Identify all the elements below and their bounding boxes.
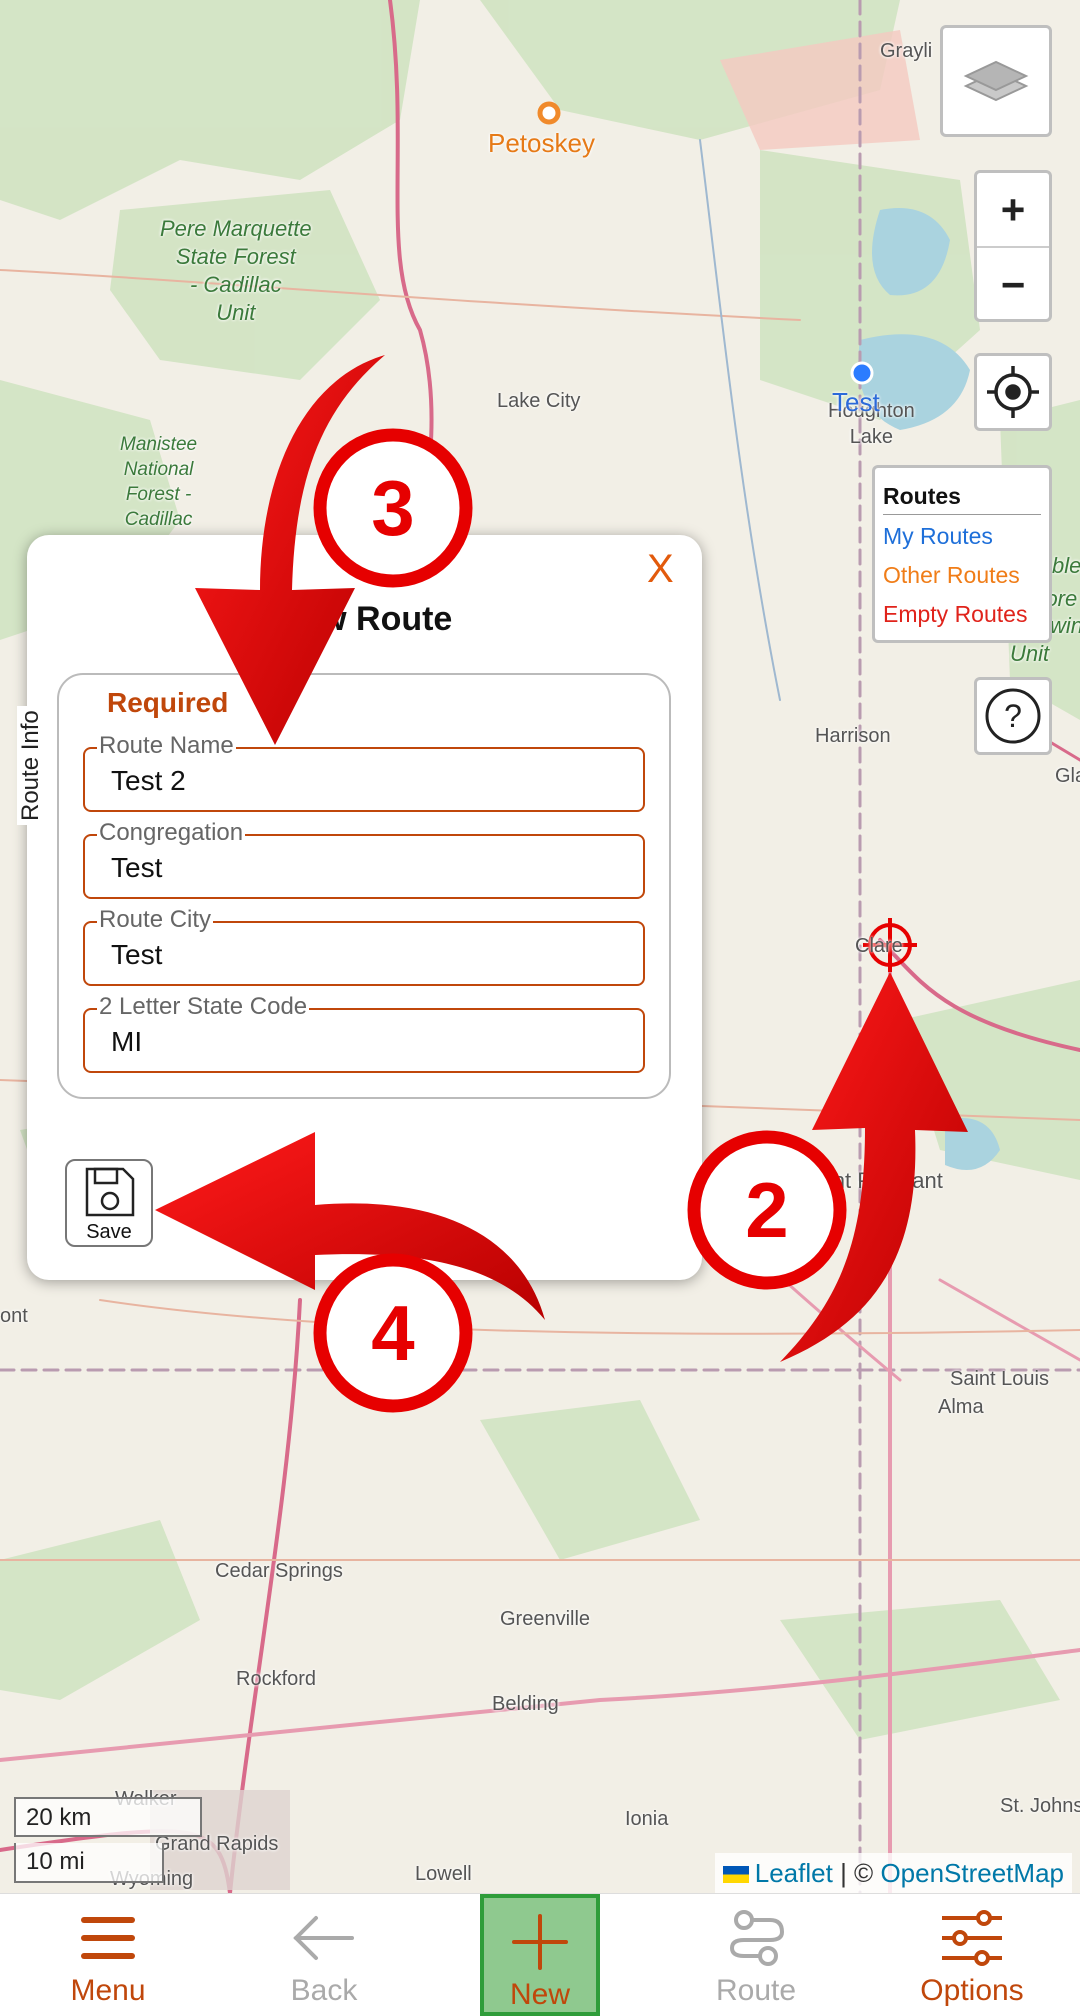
legend-item[interactable]: Other Routes [883, 556, 1041, 595]
place-wi: win [1050, 613, 1080, 638]
place-belding: Belding [492, 1693, 559, 1715]
scale-mi: 10 mi [14, 1843, 164, 1883]
arrow-left-icon [293, 1916, 354, 1960]
place-ionia: Ionia [625, 1808, 669, 1830]
congregation-label: Congregation [97, 819, 246, 847]
help-button[interactable]: ? [974, 677, 1052, 755]
floppy-disk-icon [85, 1167, 135, 1217]
place-manistee: Manistee National Forest - Cadillac [120, 434, 198, 530]
attribution-separator: | © [832, 1858, 881, 1888]
sliders-icon [942, 1910, 1002, 1966]
nav-back-label: Back [290, 1974, 358, 2007]
nav-options-label: Options [920, 1974, 1024, 2007]
route-name-input[interactable] [85, 759, 643, 803]
svg-text:?: ? [1004, 698, 1022, 734]
place-lowell: Lowell [415, 1863, 472, 1885]
place-unit: Unit [1010, 641, 1050, 666]
route-city-input[interactable] [85, 933, 643, 977]
nav-options[interactable]: Options [864, 1894, 1080, 2016]
nav-back[interactable]: Back [216, 1894, 432, 2016]
congregation-input[interactable] [85, 846, 643, 890]
zoom-control: + − [974, 170, 1052, 322]
place-alma: Alma [938, 1396, 984, 1418]
place-clare: Clare [855, 935, 903, 957]
locate-crosshair-icon [987, 366, 1039, 418]
map-attribution: Leaflet | © OpenStreetMap [714, 1853, 1072, 1893]
place-grayling: Grayli [880, 40, 933, 62]
nav-menu-label: Menu [70, 1974, 146, 2007]
nav-new-label: New [509, 1978, 570, 2011]
nav-route[interactable]: Route [648, 1894, 864, 2016]
new-route-dialog: X New Route Route Info Required Route Na… [17, 535, 702, 1280]
layers-button[interactable] [940, 25, 1052, 137]
leaflet-link[interactable]: Leaflet [755, 1858, 833, 1888]
close-button[interactable]: X [647, 547, 674, 592]
layers-icon [963, 60, 1029, 102]
legend-item[interactable]: Empty Routes [883, 595, 1041, 634]
save-button[interactable]: Save [65, 1159, 153, 1247]
place-ont: ont [0, 1305, 28, 1327]
required-heading: Required [107, 687, 229, 718]
locate-button[interactable] [974, 353, 1052, 431]
place-harrison: Harrison [815, 725, 891, 747]
place-pere-marquette: Pere Marquette State Forest - Cadillac U… [160, 216, 312, 325]
scale-km: 20 km [14, 1797, 202, 1837]
place-greenville: Greenville [500, 1608, 591, 1630]
legend-item[interactable]: My Routes [883, 517, 1041, 556]
save-label: Save [86, 1221, 132, 1243]
routes-legend: Routes My Routes Other Routes Empty Routes [872, 465, 1052, 643]
place-lake-city: Lake City [497, 390, 581, 412]
route-city-field: Route City [83, 906, 645, 986]
ukraine-flag-icon [722, 1866, 749, 1883]
legend-title: Routes [883, 478, 1041, 515]
place-able: ble [1052, 553, 1080, 578]
state-code-input[interactable] [85, 1020, 643, 1064]
zoom-out-button[interactable]: − [977, 248, 1049, 321]
place-gla: Gla [1055, 765, 1080, 787]
route-name-label: Route Name [97, 732, 236, 760]
question-icon: ? [985, 688, 1041, 744]
state-code-field: 2 Letter State Code [83, 993, 645, 1073]
congregation-field: Congregation [83, 819, 645, 899]
nav-new[interactable]: New [480, 1894, 600, 2016]
route-city-label: Route City [97, 906, 214, 934]
nav-route-label: Route [715, 1974, 797, 2007]
place-mount-pleasant: Mount Pleasant [790, 1168, 943, 1193]
place-st-johns: St. Johns [1000, 1795, 1080, 1817]
route-info-label: Route Info [17, 706, 45, 825]
osm-link[interactable]: OpenStreetMap [880, 1858, 1064, 1888]
nav-menu[interactable]: Menu [0, 1894, 216, 2016]
place-cedar-springs: Cedar Springs [215, 1560, 343, 1582]
route-icon [729, 1910, 785, 1966]
place-saint-louis: Saint Louis [950, 1368, 1049, 1390]
hamburger-icon [81, 1917, 135, 1959]
route-name-field: Route Name [83, 732, 645, 812]
place-petoskey: Petoskey [488, 128, 595, 158]
zoom-in-button[interactable]: + [977, 173, 1049, 248]
state-code-label: 2 Letter State Code [97, 993, 310, 1021]
dialog-title: New Route [276, 600, 453, 638]
place-rockford: Rockford [236, 1668, 317, 1690]
bottom-nav: Menu Back New Route Options [0, 1893, 1080, 2016]
marker-label: Test [832, 387, 880, 417]
plus-icon [512, 1914, 568, 1970]
